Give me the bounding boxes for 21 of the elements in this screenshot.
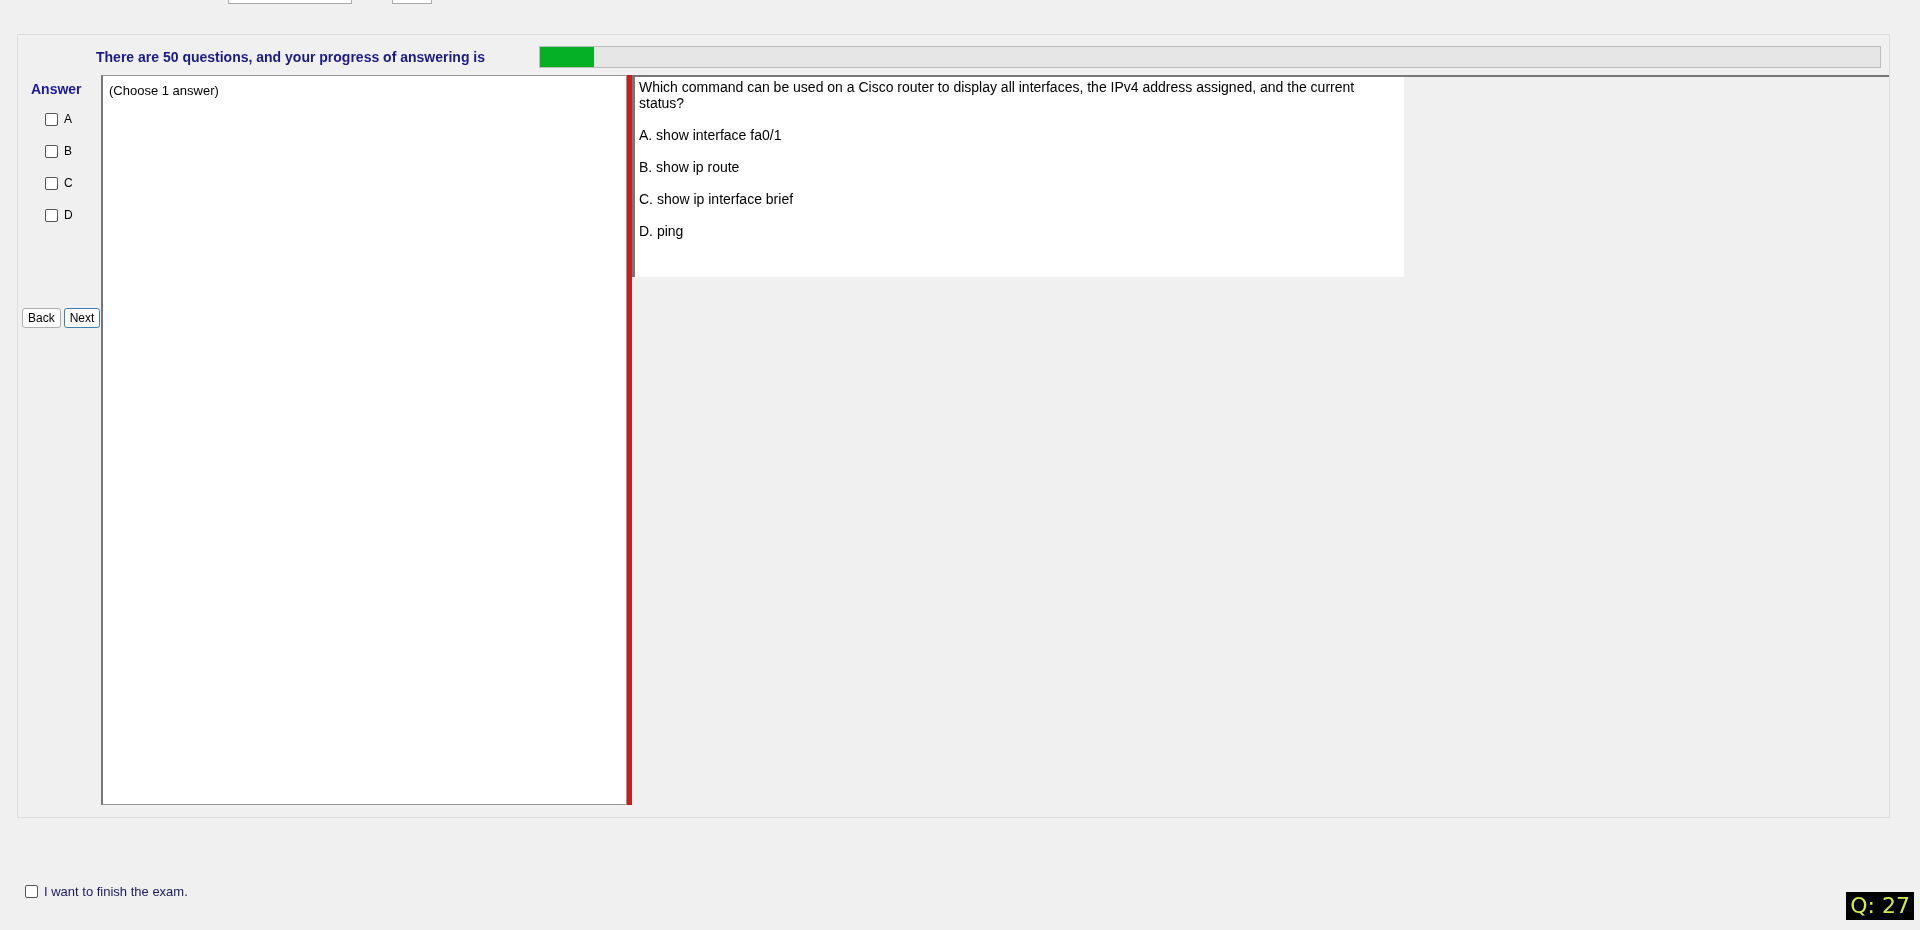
choice-text: A. show interface fa0/1 bbox=[639, 127, 783, 143]
nav-button[interactable]: Next bbox=[63, 308, 101, 328]
nav-button[interactable]: Back bbox=[22, 308, 61, 328]
choice-text: D. ping bbox=[639, 223, 685, 239]
instruction-text: (Choose 1 answer) bbox=[109, 83, 219, 98]
question-text: Which command can be used on a Cisco router to display all interfaces, the IPv4 address assigned, and the current status? bbox=[639, 79, 1356, 111]
finish-checkbox[interactable] bbox=[25, 885, 38, 898]
answer-checkbox[interactable] bbox=[45, 144, 58, 158]
choice-text: C. show ip interface brief bbox=[639, 191, 795, 207]
option-label: D bbox=[64, 208, 73, 222]
option-label: A bbox=[64, 112, 72, 126]
answer-checkbox[interactable] bbox=[45, 208, 58, 222]
finish-label: I want to finish the exam. bbox=[44, 884, 188, 899]
option-label: C bbox=[64, 176, 73, 190]
progress-label: There are 50 questions, and your progress of answering is bbox=[96, 49, 486, 65]
option-label: B bbox=[64, 144, 72, 158]
answer-checkbox[interactable] bbox=[45, 176, 58, 190]
choice-text: B. show ip route bbox=[639, 159, 741, 175]
answer-heading: Answer bbox=[31, 81, 82, 97]
question-number: Q: 27 bbox=[1846, 892, 1914, 920]
answer-checkbox[interactable] bbox=[45, 112, 58, 126]
